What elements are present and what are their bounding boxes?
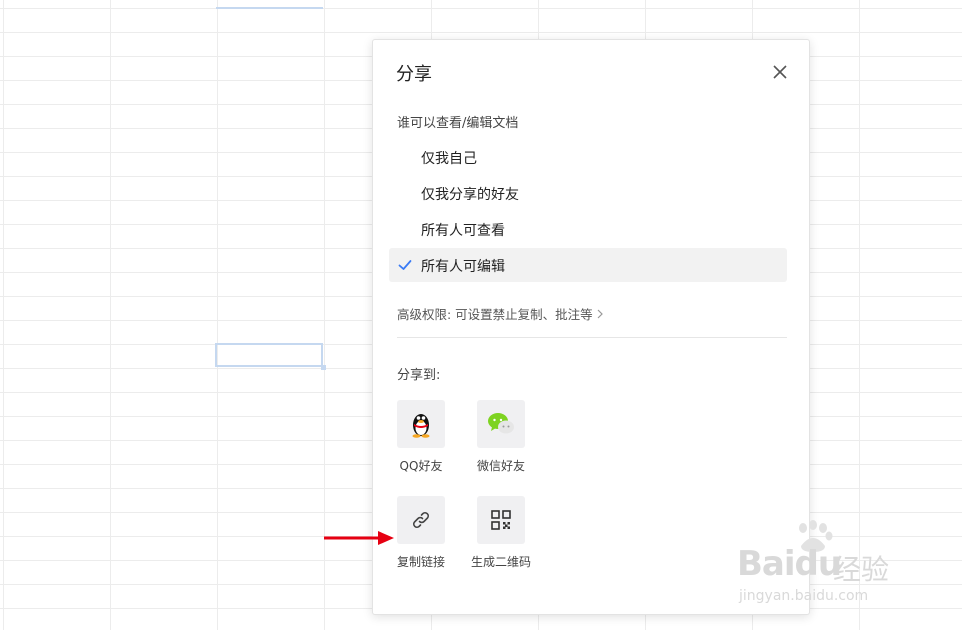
selected-cell[interactable] [215,343,323,367]
wechat-tile [477,400,525,448]
option-label: 仅我分享的好友 [421,187,519,203]
option-label: 所有人可编辑 [421,259,505,275]
watermark-brand: Baidu [737,544,842,584]
baidu-watermark: Baidu 经验 jingyan.baidu.com [737,520,917,610]
advanced-permission-link[interactable]: 高级权限: 可设置禁止复制、批注等 [397,304,604,323]
option-anyone-view[interactable]: 所有人可查看 [389,212,787,246]
qr-code-label: 生成二维码 [470,555,531,569]
share-to-label: 分享到: [397,368,441,383]
advanced-permission-label: 高级权限: 可设置禁止复制、批注等 [397,307,593,322]
watermark-url: jingyan.baidu.com [739,588,869,604]
chevron-right-icon [597,309,603,318]
share-qq-button[interactable]: QQ好友 [376,400,466,474]
copy-link-label: 复制链接 [396,555,445,569]
option-only-me[interactable]: 仅我自己 [389,140,787,174]
copy-link-tile [397,496,445,544]
share-wechat-label: 微信好友 [476,459,525,473]
qr-code-tile [477,496,525,544]
option-label: 所有人可查看 [421,223,505,239]
qq-penguin-icon [412,414,430,438]
red-arrow-annotation [324,531,394,545]
wechat-icon [488,413,514,434]
link-icon [413,512,429,528]
qq-tile [397,400,445,448]
watermark-tag: 经验 [833,553,890,586]
qr-code-icon [491,510,511,530]
share-qq-label: QQ好友 [399,459,443,473]
option-anyone-edit[interactable]: 所有人可编辑 [389,248,787,282]
qr-code-button[interactable]: 生成二维码 [456,496,546,570]
option-label: 仅我自己 [421,151,477,167]
divider [397,337,787,338]
fill-handle[interactable] [321,365,326,370]
share-wechat-button[interactable]: 微信好友 [456,400,546,474]
close-icon[interactable] [770,62,790,82]
column-highlight [216,7,323,9]
option-shared-friends[interactable]: 仅我分享的好友 [389,176,787,210]
permission-label: 谁可以查看/编辑文档 [397,116,519,131]
check-icon [398,260,412,270]
dialog-title: 分享 [396,64,432,85]
